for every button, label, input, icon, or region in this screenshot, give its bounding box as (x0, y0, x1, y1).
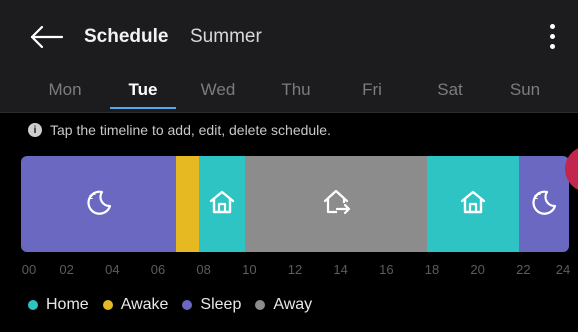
day-tabs: Mon Tue Wed Thu Fri Sat Sun (0, 78, 578, 112)
home-icon (206, 186, 238, 218)
legend-dot (102, 300, 113, 310)
tab-fri[interactable]: Fri (342, 80, 402, 100)
tab-sat[interactable]: Sat (420, 80, 480, 100)
legend-label: Sleep (200, 296, 242, 313)
sleep-moon-icon: zz (83, 186, 115, 218)
hour-tick-label: 00 (21, 262, 37, 277)
hour-tick-label: 08 (196, 262, 211, 277)
tab-tue[interactable]: Tue (113, 80, 173, 100)
home-icon (457, 186, 489, 218)
app-header: Schedule Summer (0, 0, 578, 78)
hour-tick-label: 22 (516, 262, 531, 277)
hour-tick-label: 06 (150, 262, 166, 277)
tab-thu[interactable]: Thu (266, 80, 326, 100)
hour-tick-label: 16 (379, 262, 394, 277)
legend-label: Away (273, 296, 313, 313)
timeline-segment-sleep[interactable]: zz (518, 156, 569, 252)
mode-legend: Home Awake Sleep Away (28, 296, 326, 314)
hour-tick-label: 12 (287, 262, 303, 277)
legend-dot (255, 300, 266, 310)
schedule-name: Summer (190, 26, 262, 47)
info-text: Tap the timeline to add, edit, delete sc… (50, 122, 331, 138)
tab-wed[interactable]: Wed (188, 80, 248, 100)
timeline-segment-away[interactable] (244, 156, 428, 252)
legend-item-awake: Awake (102, 296, 169, 314)
legend-item-home: Home (28, 296, 89, 314)
hour-tick-label: 18 (424, 262, 440, 277)
legend-item-sleep: Sleep (182, 296, 241, 314)
away-house-icon (320, 186, 352, 218)
timeline-hour-axis: 00 02 04 06 08 10 12 14 16 18 20 22 24 (0, 262, 578, 282)
hour-tick-label: 04 (105, 262, 120, 277)
hour-tick-label: 10 (242, 262, 257, 277)
legend-label: Awake (120, 296, 169, 313)
tab-mon[interactable]: Mon (35, 80, 95, 100)
hour-tick-label: 02 (59, 262, 74, 277)
divider (0, 112, 578, 113)
legend-label: Home (46, 296, 89, 313)
info-icon: i (28, 123, 42, 137)
legend-item-away: Away (255, 296, 312, 314)
svg-text:z: z (93, 191, 96, 197)
legend-dot (182, 300, 193, 310)
back-arrow-icon[interactable] (28, 22, 68, 52)
legend-dot (28, 300, 38, 310)
hour-tick-label: 24 (555, 262, 571, 277)
timeline-segment-home[interactable] (199, 156, 246, 252)
svg-text:z: z (538, 191, 541, 197)
tab-sun[interactable]: Sun (495, 80, 555, 100)
page-title: Schedule (84, 26, 169, 47)
schedule-timeline[interactable]: zzzz (21, 156, 569, 252)
timeline-segment-home[interactable] (427, 156, 520, 252)
timeline-segment-awake[interactable] (176, 156, 200, 252)
more-vertical-icon[interactable] (540, 20, 564, 54)
active-tab-indicator (110, 107, 176, 109)
timeline-segment-sleep[interactable]: zz (21, 156, 177, 252)
info-hint: i Tap the timeline to add, edit, delete … (28, 122, 331, 138)
hour-tick-label: 14 (333, 262, 348, 277)
sleep-moon-icon: zz (528, 186, 560, 218)
hour-tick-label: 20 (470, 262, 485, 277)
